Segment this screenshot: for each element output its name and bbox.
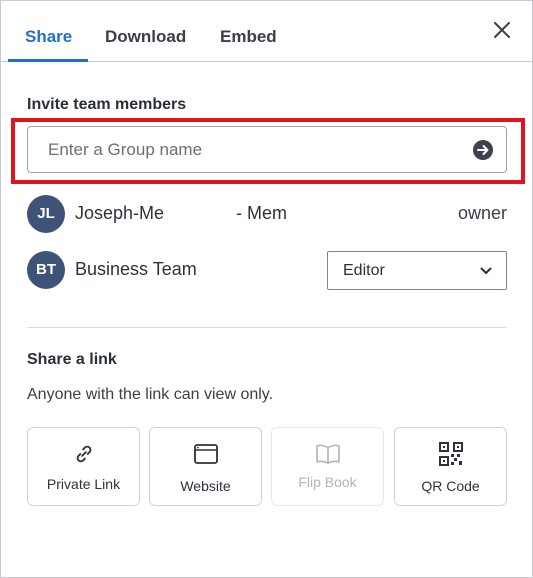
member-name: Business Team [75, 259, 197, 279]
member-role: owner [457, 203, 507, 223]
qr-code-label: QR Code [421, 478, 480, 494]
book-icon [315, 444, 340, 464]
flip-book-label: Flip Book [298, 474, 357, 490]
chevron-down-icon [480, 267, 492, 274]
role-dropdown[interactable]: Editor [327, 251, 507, 290]
role-dropdown-value: Editor [343, 262, 385, 279]
member-row: JL Joseph-Me - Mem owner [27, 195, 507, 233]
tab-share[interactable]: Share [25, 27, 72, 47]
member-name-end: - Mem [236, 203, 288, 223]
share-link-title: Share a link [27, 351, 117, 368]
close-icon[interactable] [490, 18, 514, 42]
group-name-input[interactable] [29, 128, 459, 171]
website-button[interactable]: Website [149, 427, 262, 506]
avatar: JL [27, 195, 65, 233]
group-name-field [27, 126, 507, 173]
invite-section-title: Invite team members [27, 96, 187, 113]
flip-book-button: Flip Book [271, 427, 384, 506]
link-icon [76, 445, 91, 463]
tab-bar: Share Download Embed [1, 1, 532, 62]
private-link-button[interactable]: Private Link [27, 427, 140, 506]
member-name: Joseph-Me - Mem [75, 203, 287, 224]
share-link-description: Anyone with the link can view only. [27, 386, 274, 403]
arrow-right-circle-icon[interactable] [472, 139, 494, 161]
member-name-start: Joseph-Me [75, 203, 165, 223]
share-dialog: Share Download Embed Invite team members… [0, 0, 533, 578]
member-row: BT Business Team Editor [27, 251, 507, 290]
tab-embed[interactable]: Embed [220, 27, 277, 47]
private-link-label: Private Link [46, 476, 121, 492]
avatar: BT [27, 251, 65, 289]
browser-window-icon [193, 444, 218, 464]
tab-download[interactable]: Download [105, 27, 186, 47]
qr-code-button[interactable]: QR Code [394, 427, 507, 506]
website-label: Website [180, 478, 231, 494]
divider [27, 327, 507, 328]
active-tab-indicator [8, 59, 88, 62]
qr-code-icon [438, 442, 463, 466]
